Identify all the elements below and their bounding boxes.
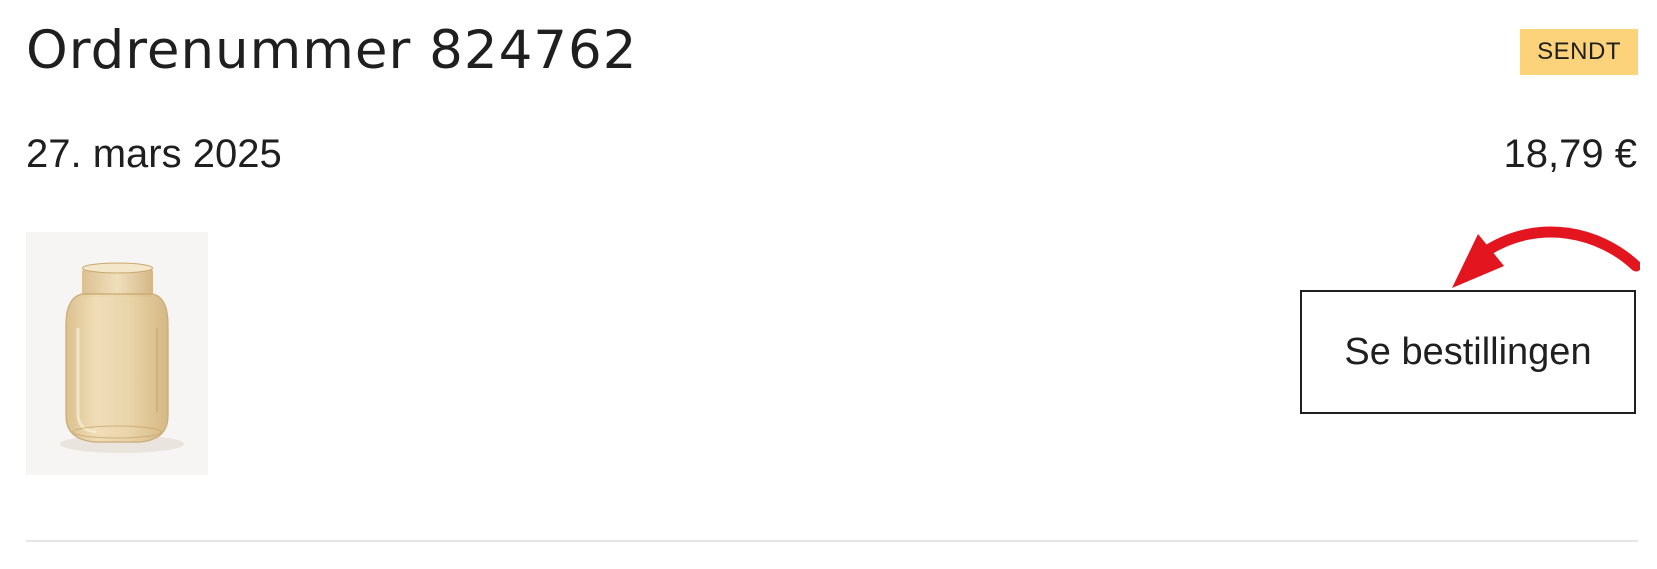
order-date: 27. mars 2025	[26, 132, 282, 176]
product-thumbnail[interactable]	[26, 232, 208, 475]
divider	[26, 540, 1638, 542]
order-number-title: Ordrenummer 824762	[26, 20, 638, 81]
view-order-button[interactable]: Se bestillingen	[1300, 290, 1636, 414]
order-card: Ordrenummer 824762 SENDT 27. mars 2025 1…	[0, 0, 1657, 569]
red-curved-arrow-icon	[1452, 226, 1640, 288]
status-badge: SENDT	[1520, 29, 1638, 75]
glass-vase-image	[60, 262, 184, 453]
order-total: 18,79 €	[1503, 132, 1637, 176]
